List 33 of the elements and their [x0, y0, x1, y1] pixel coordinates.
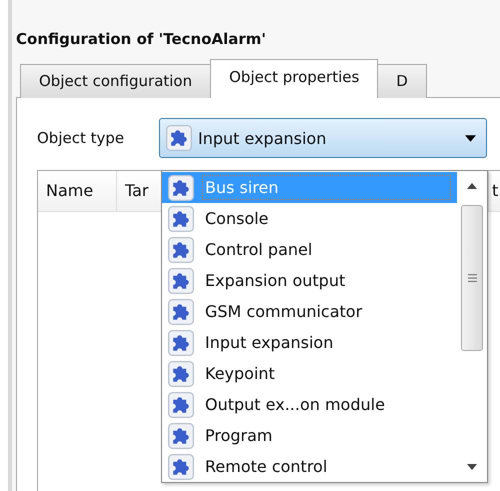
dropdown-item[interactable]: Input expansion — [162, 327, 457, 358]
scroll-down-icon[interactable] — [467, 464, 477, 470]
grip-icon — [468, 274, 476, 282]
scroll-up-icon[interactable] — [467, 183, 477, 189]
puzzle-icon — [168, 330, 194, 356]
dropdown-item[interactable]: Remote control — [162, 451, 457, 482]
caret-icon — [465, 134, 476, 142]
dropdown-item[interactable]: Console — [162, 203, 457, 234]
window-title: Configuration of 'TecnoAlarm' — [15, 30, 267, 50]
tab[interactable]: D — [377, 64, 427, 98]
object-type-dropdown[interactable]: Input expansion — [159, 118, 487, 158]
puzzle-icon — [166, 125, 192, 151]
column-header[interactable]: t — [489, 171, 500, 211]
column-header[interactable]: Name — [38, 171, 117, 211]
puzzle-icon — [168, 236, 194, 262]
puzzle-icon — [168, 206, 194, 232]
puzzle-icon — [168, 174, 194, 200]
tab[interactable]: Object configuration — [20, 64, 212, 98]
field-label: Object type — [37, 129, 126, 147]
puzzle-icon — [168, 454, 194, 480]
puzzle-icon — [168, 360, 194, 386]
scroll-thumb[interactable] — [461, 205, 483, 351]
dropdown-item[interactable]: Output ex...on module — [162, 389, 457, 420]
puzzle-icon — [168, 298, 194, 324]
dropdown-item[interactable]: GSM communicator — [162, 296, 457, 327]
dropdown-item[interactable]: Control panel — [162, 234, 457, 265]
dropdown-item[interactable]: Expansion output — [162, 265, 457, 296]
puzzle-icon — [168, 268, 194, 294]
puzzle-icon — [168, 392, 194, 418]
puzzle-icon — [168, 422, 194, 448]
dropdown-item[interactable]: Program — [162, 420, 457, 451]
tab[interactable]: Object properties — [210, 59, 378, 98]
dropdown-item[interactable]: Keypoint — [162, 358, 457, 389]
